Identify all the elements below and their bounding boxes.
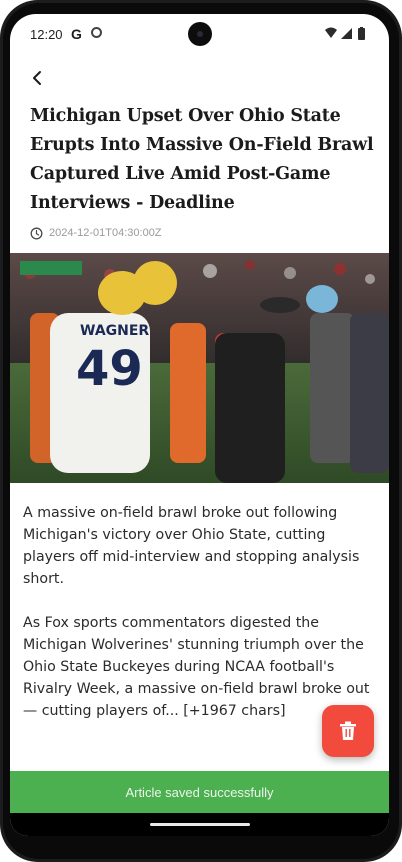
snackbar-message: Article saved successfully [125, 784, 274, 800]
delete-article-button[interactable] [322, 705, 374, 757]
wifi-icon [325, 27, 337, 38]
article-meta: 2024-12-01T04:30:00Z [30, 224, 162, 242]
device-frame: 12:20 G Michigan Upset Over Ohio State E… [0, 0, 402, 862]
app-screen: 12:20 G Michigan Upset Over Ohio State E… [10, 14, 389, 836]
navigation-bar [10, 813, 389, 836]
trash-icon [340, 721, 356, 740]
home-indicator[interactable] [150, 823, 250, 826]
article-title: Michigan Upset Over Ohio State Erupts In… [30, 106, 374, 213]
jersey-number: 49 [76, 341, 143, 397]
google-g-icon: G [71, 26, 82, 42]
status-bar: 12:20 G [10, 14, 389, 54]
arrow-back-icon [33, 71, 41, 85]
snackbar: Article saved successfully [10, 771, 389, 813]
jersey-name: WAGNER [80, 323, 149, 339]
status-time: 12:20 [30, 27, 63, 42]
back-button[interactable] [26, 66, 54, 94]
signal-icon [341, 28, 352, 39]
article-timestamp: 2024-12-01T04:30:00Z [49, 227, 162, 239]
system-icons [325, 27, 365, 40]
article-paragraph-2: As Fox sports commentators digested the … [23, 615, 370, 719]
circle-icon [91, 27, 102, 38]
front-camera [188, 22, 212, 46]
article-image: WAGNER 49 [10, 253, 389, 483]
clock-icon [30, 227, 43, 239]
battery-icon [358, 28, 365, 40]
article-paragraph-1: A massive on-field brawl broke out follo… [23, 505, 360, 587]
